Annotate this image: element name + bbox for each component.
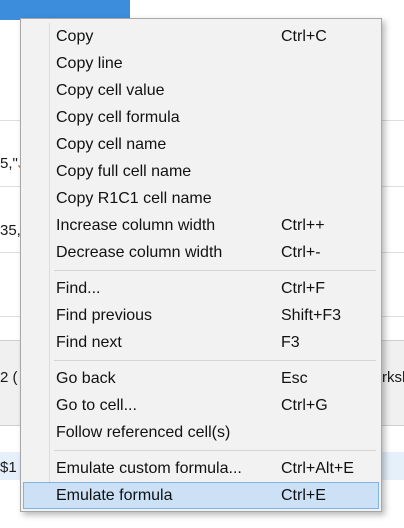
menu-item-shortcut: Ctrl++ <box>281 217 325 234</box>
menu-item-copy[interactable]: Copy Ctrl+C <box>23 23 379 50</box>
menu-item-label: Copy cell formula <box>56 109 180 126</box>
menu-item-shortcut: Shift+F3 <box>281 307 342 324</box>
menu-item-follow-referenced-cells[interactable]: Follow referenced cell(s) <box>23 419 379 446</box>
menu-item-shortcut: Ctrl+Alt+E <box>281 460 354 477</box>
menu-item-shortcut: Ctrl+E <box>281 487 326 504</box>
menu-item-emulate-formula[interactable]: Emulate formula Ctrl+E <box>23 482 379 509</box>
menu-item-label: Copy <box>56 28 94 45</box>
menu-item-shortcut: Ctrl+G <box>281 397 328 414</box>
cell-fragment[interactable]: 35, <box>0 222 21 239</box>
menu-item-label: Copy full cell name <box>56 163 192 180</box>
menu-item-label: Decrease column width <box>56 244 223 261</box>
menu-item-label: Follow referenced cell(s) <box>56 424 231 441</box>
menu-item-copy-line[interactable]: Copy line <box>23 50 379 77</box>
menu-item-find-previous[interactable]: Find previous Shift+F3 <box>23 302 379 329</box>
menu-item-decrease-column-width[interactable]: Decrease column width Ctrl+- <box>23 239 379 266</box>
column-header-fragment[interactable]: rksh <box>382 369 404 386</box>
menu-item-find[interactable]: Find... Ctrl+F <box>23 275 379 302</box>
menu-item-copy-cell-name[interactable]: Copy cell name <box>23 131 379 158</box>
menu-item-label: Go back <box>56 370 116 387</box>
column-header-fragment[interactable]: 2 ( <box>0 369 18 386</box>
menu-item-copy-full-cell-name[interactable]: Copy full cell name <box>23 158 379 185</box>
menu-item-label: Go to cell... <box>56 397 137 414</box>
menu-item-label: Emulate custom formula... <box>56 460 242 477</box>
menu-item-shortcut: Ctrl+- <box>281 244 321 261</box>
menu-item-label: Find previous <box>56 307 153 324</box>
menu-item-label: Copy cell value <box>56 82 165 99</box>
menu-item-copy-cell-formula[interactable]: Copy cell formula <box>23 104 379 131</box>
menu-item-shortcut: Ctrl+C <box>281 28 327 45</box>
menu-item-label: Copy cell name <box>56 136 167 153</box>
menu-item-find-next[interactable]: Find next F3 <box>23 329 379 356</box>
menu-item-label: Copy R1C1 cell name <box>56 190 212 207</box>
menu-item-increase-column-width[interactable]: Increase column width Ctrl++ <box>23 212 379 239</box>
menu-item-copy-r1c1-cell-name[interactable]: Copy R1C1 cell name <box>23 185 379 212</box>
menu-item-shortcut: Esc <box>281 370 308 387</box>
menu-item-label: Find... <box>56 280 101 297</box>
menu-item-shortcut: F3 <box>281 334 300 351</box>
cell-fragment[interactable]: $1 <box>0 459 17 476</box>
menu-item-copy-cell-value[interactable]: Copy cell value <box>23 77 379 104</box>
menu-item-label: Copy line <box>56 55 123 72</box>
menu-item-label: Emulate formula <box>56 487 173 504</box>
menu-item-shortcut: Ctrl+F <box>281 280 325 297</box>
menu-item-label: Increase column width <box>56 217 216 234</box>
context-menu: Copy Ctrl+C Copy line Copy cell value Co… <box>20 18 382 512</box>
menu-item-go-back[interactable]: Go back Esc <box>23 365 379 392</box>
menu-item-label: Find next <box>56 334 122 351</box>
menu-separator <box>54 450 376 451</box>
selected-cell-highlight <box>0 0 130 20</box>
menu-separator <box>54 270 376 271</box>
menu-item-emulate-custom-formula[interactable]: Emulate custom formula... Ctrl+Alt+E <box>23 455 379 482</box>
menu-separator <box>54 360 376 361</box>
cell-text: 5," <box>0 155 18 172</box>
menu-item-go-to-cell[interactable]: Go to cell... Ctrl+G <box>23 392 379 419</box>
